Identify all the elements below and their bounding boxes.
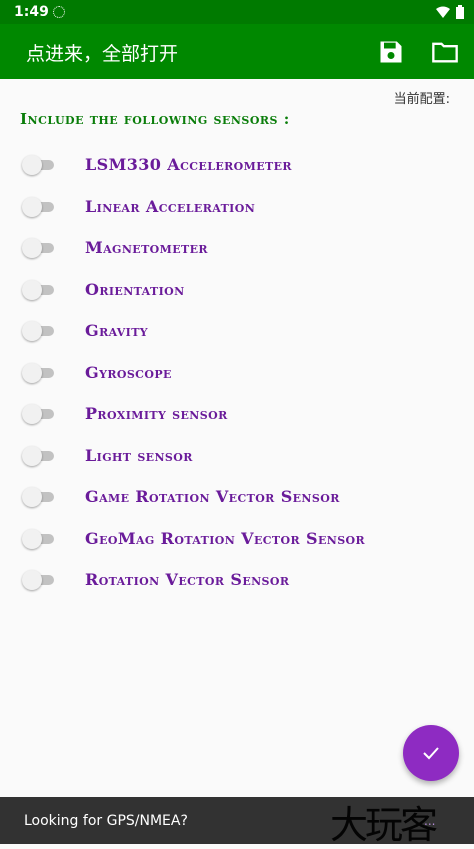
sensor-label: Gyroscope [85, 362, 172, 382]
sensor-toggle[interactable] [22, 487, 56, 507]
wifi-icon [436, 6, 450, 18]
app-bar: 点进来，全部打开 [0, 24, 474, 79]
sensor-label: Rotation Vector Sensor [85, 570, 290, 589]
status-bar: 1:49 [0, 0, 474, 24]
section-heading: Include the following sensors : [20, 110, 290, 128]
sensor-label: Magnetometer [85, 238, 208, 257]
sensor-toggle[interactable] [22, 321, 56, 341]
sensor-toggle[interactable] [22, 279, 56, 300]
sensor-label: LSM330 Accelerometer [85, 155, 292, 174]
sensor-label: Linear Acceleration [85, 196, 256, 216]
sensor-row: LSM330 Accelerometer [0, 145, 474, 187]
sensor-row: Proximity sensor [0, 394, 474, 436]
sensor-toggle[interactable] [22, 196, 56, 217]
folder-icon[interactable] [431, 38, 459, 66]
sensor-list: LSM330 Accelerometer Linear Acceleration… [0, 145, 474, 602]
sensor-row: Orientation [0, 270, 474, 312]
status-icons [436, 5, 464, 19]
spinner-icon [53, 6, 65, 18]
sensor-toggle[interactable] [22, 362, 56, 383]
sensor-toggle[interactable] [22, 445, 56, 466]
sensor-row: Linear Acceleration [0, 187, 474, 229]
sensor-label: Light sensor [85, 445, 193, 465]
sensor-toggle[interactable] [22, 404, 56, 424]
battery-icon [456, 5, 464, 19]
watermark-logo: 大玩客 [330, 803, 438, 847]
sensor-toggle[interactable] [22, 155, 56, 175]
sensor-label: Orientation [85, 279, 185, 299]
sensor-row: Game Rotation Vector Sensor [0, 477, 474, 519]
sensor-toggle[interactable] [22, 570, 56, 590]
snackbar-text: Looking for GPS/NMEA? [24, 813, 188, 829]
confirm-fab-button[interactable] [403, 725, 459, 781]
sensor-row: GeoMag Rotation Vector Sensor [0, 519, 474, 561]
sensor-row: Magnetometer [0, 228, 474, 270]
page-title: 点进来，全部打开 [26, 43, 179, 65]
sensor-label: Gravity [85, 321, 149, 340]
sensor-row: Rotation Vector Sensor [0, 560, 474, 602]
current-config-label: 当前配置: [393, 92, 450, 107]
sensor-row: Gravity [0, 311, 474, 353]
sensor-toggle[interactable] [22, 528, 56, 549]
check-icon [423, 747, 439, 760]
sensor-label: Game Rotation Vector Sensor [85, 487, 340, 506]
save-icon[interactable] [377, 38, 405, 66]
sensor-label: GeoMag Rotation Vector Sensor [85, 528, 366, 548]
sensor-row: Light sensor [0, 436, 474, 478]
sensor-row: Gyroscope [0, 353, 474, 395]
status-time: 1:49 [14, 4, 49, 20]
sensor-label: Proximity sensor [85, 404, 228, 423]
sensor-toggle[interactable] [22, 238, 56, 258]
